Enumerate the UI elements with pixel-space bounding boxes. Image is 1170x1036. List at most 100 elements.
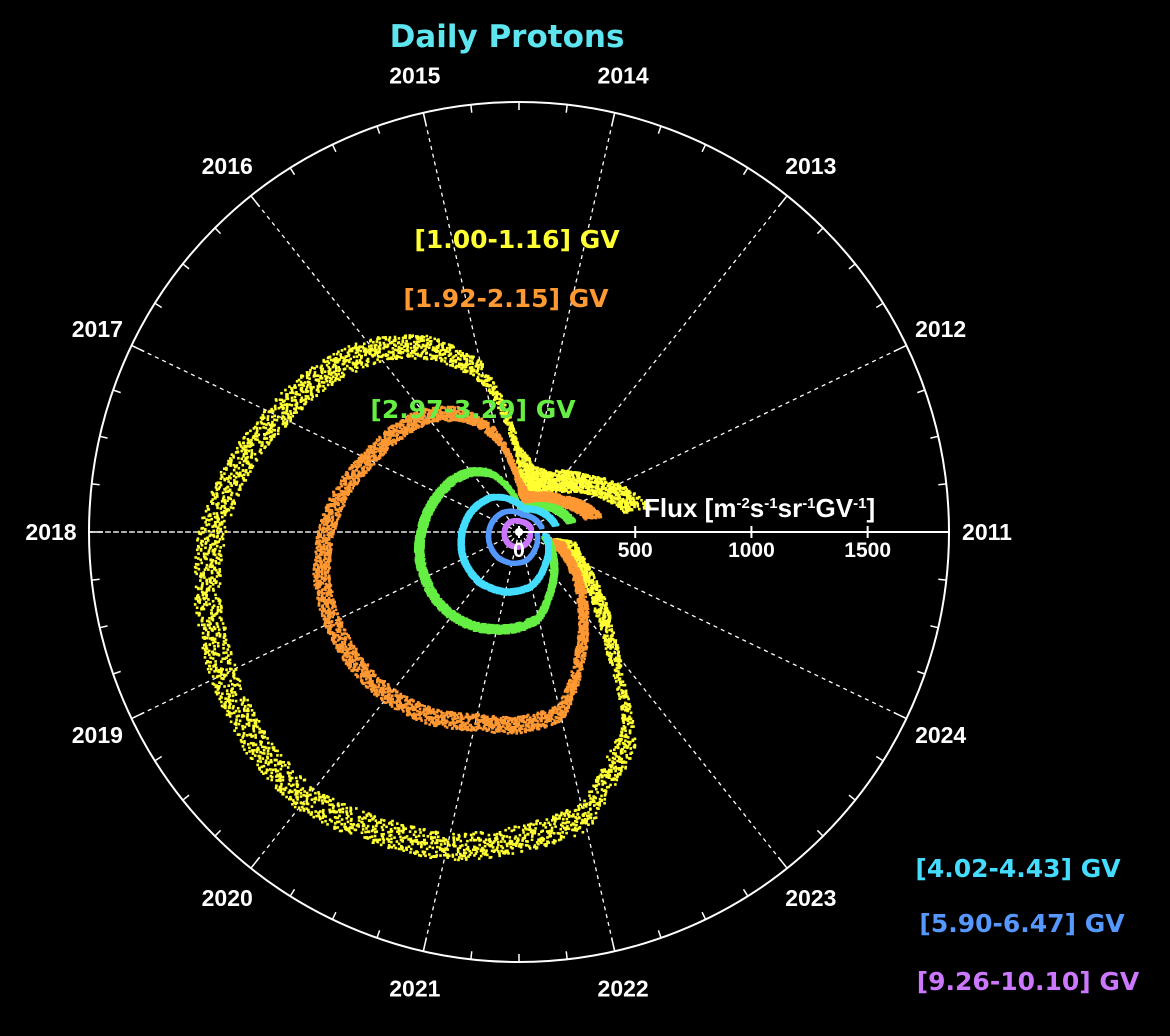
- data-point: [262, 752, 266, 755]
- data-point: [620, 673, 624, 676]
- data-point: [211, 657, 215, 660]
- data-point: [343, 822, 347, 826]
- data-point: [621, 765, 624, 769]
- data-point: [619, 680, 622, 683]
- data-point: [258, 757, 262, 760]
- data-point: [567, 814, 571, 817]
- data-point: [204, 652, 207, 655]
- data-point: [205, 557, 208, 561]
- data-point: [217, 585, 220, 588]
- data-point: [219, 528, 222, 532]
- data-point: [325, 379, 329, 383]
- data-point: [548, 823, 552, 827]
- data-point: [395, 840, 399, 843]
- data-point: [628, 721, 632, 724]
- data-point: [588, 794, 591, 797]
- data-point: [230, 503, 234, 506]
- data-point: [351, 347, 355, 350]
- data-point: [275, 418, 279, 422]
- data-point: [375, 830, 379, 833]
- data-point: [238, 719, 242, 723]
- data-point: [219, 507, 223, 510]
- data-point: [617, 672, 621, 676]
- data-point: [371, 354, 375, 358]
- data-point: [215, 512, 219, 515]
- data-point: [432, 831, 435, 834]
- data-point: [496, 846, 499, 849]
- data-point: [266, 752, 270, 755]
- data-point: [326, 823, 329, 826]
- data-point: [294, 392, 298, 396]
- data-point: [416, 842, 420, 846]
- data-point: [211, 599, 215, 603]
- data-point: [535, 822, 538, 826]
- data-point: [610, 628, 614, 631]
- data-point: [207, 568, 210, 571]
- data-point: [482, 848, 486, 852]
- data-point: [243, 741, 246, 745]
- data-point: [293, 411, 296, 414]
- data-point: [248, 746, 251, 750]
- data-point: [283, 417, 287, 421]
- data-point: [289, 420, 292, 423]
- data-point: [225, 468, 228, 471]
- data-point: [511, 847, 514, 850]
- data-point: [486, 853, 489, 857]
- data-point: [584, 805, 588, 808]
- data-point: [203, 603, 206, 606]
- data-point: [582, 806, 585, 809]
- data-point: [566, 825, 569, 828]
- data-point: [212, 614, 216, 617]
- data-point: [269, 438, 273, 442]
- data-point: [607, 482, 610, 486]
- data-point: [567, 827, 571, 831]
- data-point: [501, 837, 505, 841]
- data-point: [208, 664, 212, 668]
- data-point: [431, 348, 435, 352]
- data-point: [493, 833, 496, 837]
- data-point: [596, 476, 600, 479]
- data-point: [296, 798, 299, 801]
- data-point: [201, 631, 205, 635]
- data-point: [280, 782, 283, 786]
- data-point: [581, 555, 585, 559]
- data-point: [390, 840, 393, 844]
- data-point: [251, 734, 255, 738]
- data-point: [337, 350, 340, 354]
- data-point: [424, 344, 427, 348]
- data-point: [397, 351, 401, 354]
- data-point: [242, 436, 246, 440]
- data-point: [251, 436, 255, 440]
- data-point: [265, 746, 268, 750]
- data-point: [241, 745, 245, 748]
- data-point: [266, 418, 270, 421]
- data-point: [246, 698, 249, 702]
- data-point: [425, 352, 428, 355]
- data-point: [464, 843, 468, 846]
- data-point: [427, 346, 431, 349]
- data-point: [211, 525, 214, 529]
- data-point: [553, 822, 556, 826]
- data-point: [481, 831, 485, 835]
- data-point: [218, 635, 222, 638]
- data-point: [335, 352, 339, 356]
- data-point: [266, 777, 270, 780]
- data-point: [271, 410, 275, 413]
- data-point: [514, 835, 518, 838]
- data-point: [230, 472, 233, 476]
- data-point: [196, 563, 200, 566]
- data-point: [435, 841, 439, 845]
- data-point: [225, 689, 229, 692]
- data-point: [264, 771, 268, 775]
- data-point: [429, 336, 432, 339]
- data-point: [408, 336, 411, 340]
- data-point: [322, 360, 326, 363]
- data-point: [628, 703, 631, 706]
- data-point: [367, 348, 370, 352]
- data-point: [552, 831, 556, 835]
- data-point: [262, 748, 266, 752]
- data-point: [303, 790, 306, 793]
- data-point: [354, 370, 358, 373]
- data-point: [209, 656, 212, 660]
- data-point: [309, 368, 312, 372]
